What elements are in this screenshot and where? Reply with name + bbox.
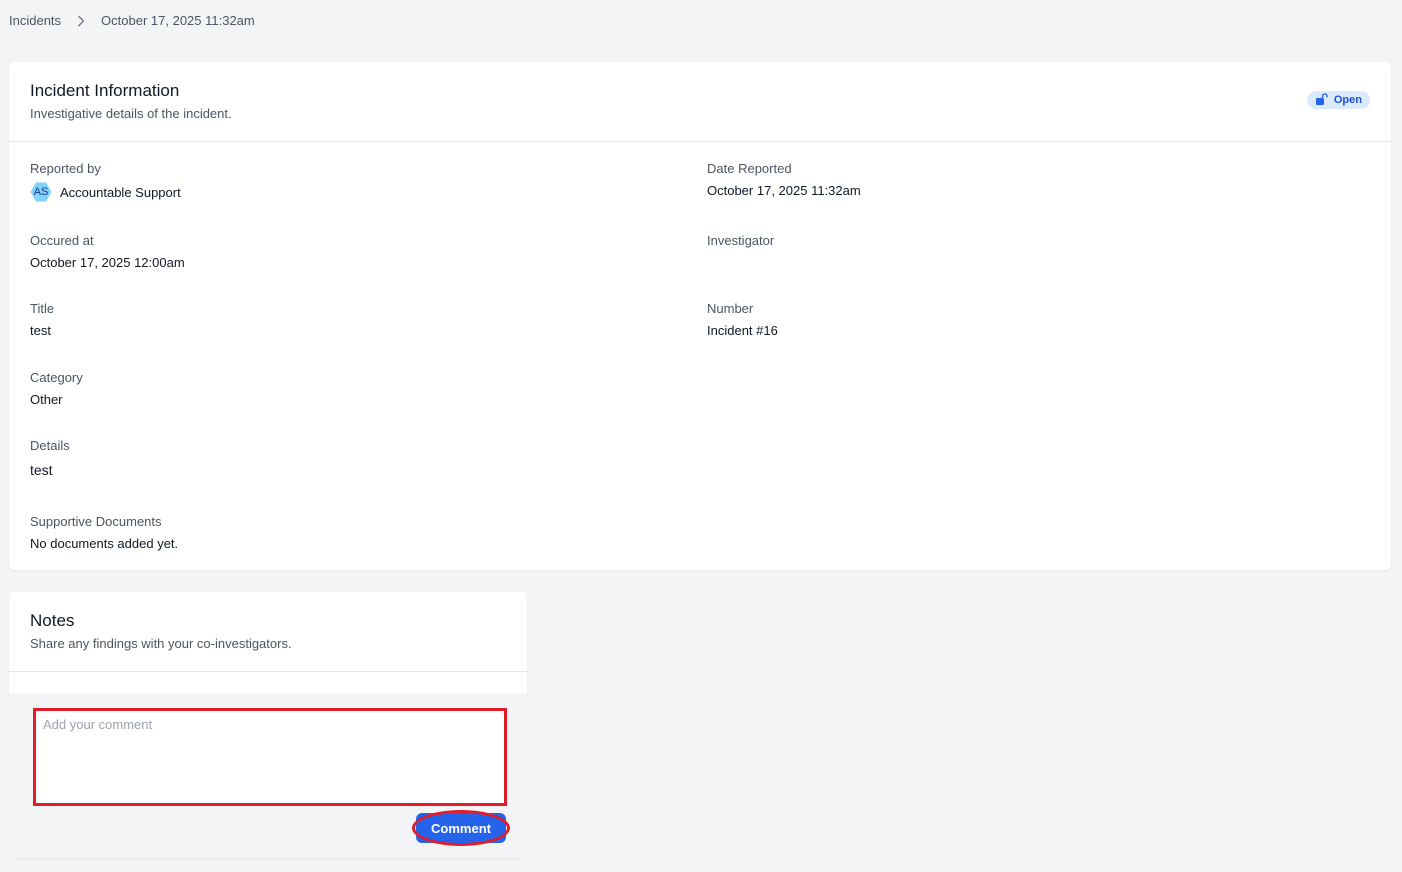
occured-at-value: October 17, 2025 12:00am xyxy=(30,255,185,270)
status-badge: Open xyxy=(1306,91,1370,109)
avatar-initials: AS xyxy=(33,186,49,198)
date-reported-field: Date Reported October 17, 2025 11:32am xyxy=(707,161,861,198)
incident-information-card: Incident Information Investigative detai… xyxy=(9,62,1391,570)
breadcrumb: Incidents October 17, 2025 11:32am xyxy=(9,13,255,28)
incident-card-title: Incident Information xyxy=(30,81,180,100)
reported-by-field: Reported by AS Accountable Support xyxy=(30,161,181,202)
number-field: Number Incident #16 xyxy=(707,301,778,338)
category-value: Other xyxy=(30,392,63,407)
reported-by-label: Reported by xyxy=(30,161,101,176)
comment-composer: Comment xyxy=(9,693,527,858)
breadcrumb-current: October 17, 2025 11:32am xyxy=(101,13,255,28)
number-label: Number xyxy=(707,301,754,316)
title-value: test xyxy=(30,323,51,338)
title-field: Title test xyxy=(30,301,54,338)
details-field: Details test xyxy=(30,438,70,478)
unlock-icon xyxy=(1315,92,1329,108)
chevron-right-icon xyxy=(77,15,85,27)
occured-at-field: Occured at October 17, 2025 12:00am xyxy=(30,233,185,270)
incident-card-subtitle: Investigative details of the incident. xyxy=(30,106,232,121)
comment-input[interactable] xyxy=(33,708,507,806)
breadcrumb-incidents-link[interactable]: Incidents xyxy=(9,13,61,28)
date-reported-label: Date Reported xyxy=(707,161,792,176)
supportive-documents-value: No documents added yet. xyxy=(30,536,179,551)
investigator-label: Investigator xyxy=(707,233,775,248)
notes-subtitle: Share any findings with your co-investig… xyxy=(30,636,292,651)
date-reported-value: October 17, 2025 11:32am xyxy=(707,183,861,198)
details-value: test xyxy=(30,462,53,478)
notes-card: Notes Share any findings with your co-in… xyxy=(9,592,527,858)
category-label: Category xyxy=(30,370,83,385)
reporter-name: Accountable Support xyxy=(60,184,181,200)
status-label: Open xyxy=(1333,94,1362,106)
notes-header: Notes Share any findings with your co-in… xyxy=(9,592,527,672)
number-value: Incident #16 xyxy=(707,323,778,338)
occured-at-label: Occured at xyxy=(30,233,94,248)
notes-title: Notes xyxy=(30,611,75,630)
avatar: AS xyxy=(30,182,52,202)
incident-card-header: Incident Information Investigative detai… xyxy=(9,62,1391,142)
category-field: Category Other xyxy=(30,370,83,407)
details-label: Details xyxy=(30,438,70,453)
supportive-documents-label: Supportive Documents xyxy=(30,514,162,529)
investigator-field: Investigator xyxy=(707,233,774,255)
title-label: Title xyxy=(30,301,55,316)
supportive-documents-field: Supportive Documents No documents added … xyxy=(30,514,178,551)
comment-button[interactable]: Comment xyxy=(416,813,506,843)
